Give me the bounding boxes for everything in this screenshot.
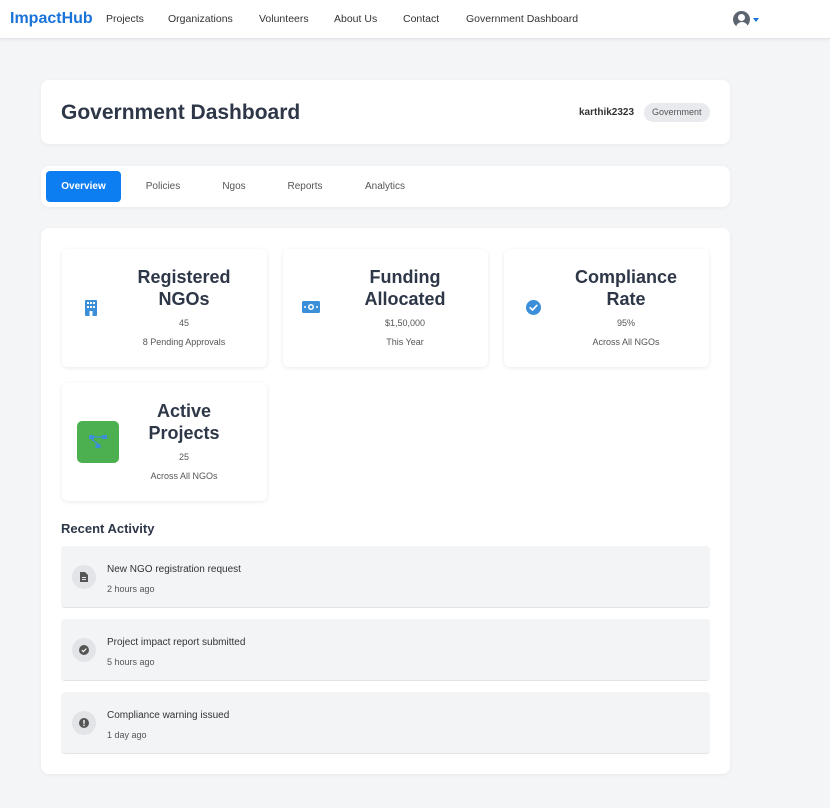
nav-link-organizations[interactable]: Organizations <box>168 13 233 25</box>
user-circle-icon <box>733 11 750 28</box>
recent-activity-heading: Recent Activity <box>61 521 155 536</box>
nav-link-volunteers[interactable]: Volunteers <box>259 13 309 25</box>
exclamation-circle-icon <box>72 711 96 735</box>
stat-title: Compliance Rate <box>574 267 678 309</box>
username: karthik2323 <box>579 107 635 118</box>
stat-subtitle: 8 Pending Approvals <box>142 337 226 347</box>
page-title: Government Dashboard <box>61 101 301 124</box>
stat-subtitle: Across All NGOs <box>592 337 660 347</box>
stat-card-active-projects: Active Projects 25 Across All NGOs <box>62 383 267 501</box>
activity-text: New NGO registration request <box>107 564 241 575</box>
top-navbar: ImpactHub Projects Organizations Volunte… <box>0 0 830 39</box>
check-circle-icon <box>72 638 96 662</box>
activity-item: Compliance warning issued 1 day ago <box>61 692 710 754</box>
file-icon <box>72 565 96 589</box>
check-circle-icon <box>525 299 541 315</box>
stat-title: Active Projects <box>148 401 220 443</box>
user-menu[interactable] <box>733 11 759 28</box>
nav-link-about-us[interactable]: About Us <box>334 13 377 25</box>
caret-down-icon <box>753 17 759 22</box>
tab-ngos[interactable]: Ngos <box>209 171 259 202</box>
dashboard-header: Government Dashboard karthik2323 Governm… <box>41 80 730 144</box>
stat-subtitle: Across All NGOs <box>150 471 218 481</box>
role-badge: Government <box>644 103 710 122</box>
nav-link-projects[interactable]: Projects <box>106 13 144 25</box>
tab-policies[interactable]: Policies <box>133 171 193 202</box>
stat-value: $1,50,000 <box>384 318 426 328</box>
activity-text: Compliance warning issued <box>107 710 230 721</box>
brand-logo[interactable]: ImpactHub <box>10 10 93 28</box>
activity-item: Project impact report submitted 5 hours … <box>61 619 710 681</box>
stat-subtitle: This Year <box>386 337 424 347</box>
activity-item: New NGO registration request 2 hours ago <box>61 546 710 608</box>
tab-reports[interactable]: Reports <box>275 171 335 202</box>
tab-bar: Overview Policies Ngos Reports Analytics <box>41 166 730 207</box>
project-diagram-icon <box>77 421 119 463</box>
overview-panel: Registered NGOs 45 8 Pending Approvals F… <box>41 228 730 774</box>
building-icon <box>83 299 98 316</box>
tab-analytics[interactable]: Analytics <box>353 171 417 202</box>
stat-title: Funding Allocated <box>364 267 446 309</box>
stat-value: 25 <box>178 452 189 462</box>
activity-time: 5 hours ago <box>107 657 155 667</box>
tab-overview[interactable]: Overview <box>46 171 121 202</box>
nav-link-government-dashboard[interactable]: Government Dashboard <box>466 13 578 25</box>
money-bill-icon <box>301 300 321 314</box>
activity-text: Project impact report submitted <box>107 637 246 648</box>
stat-card-funding-allocated: Funding Allocated $1,50,000 This Year <box>283 249 488 367</box>
stat-card-compliance-rate: Compliance Rate 95% Across All NGOs <box>504 249 709 367</box>
stat-title: Registered NGOs <box>137 267 231 309</box>
stat-value: 45 <box>178 318 189 328</box>
activity-time: 1 day ago <box>107 730 147 740</box>
stat-card-registered-ngos: Registered NGOs 45 8 Pending Approvals <box>62 249 267 367</box>
activity-time: 2 hours ago <box>107 584 155 594</box>
nav-link-contact[interactable]: Contact <box>403 13 439 25</box>
stat-value: 95% <box>616 318 635 328</box>
